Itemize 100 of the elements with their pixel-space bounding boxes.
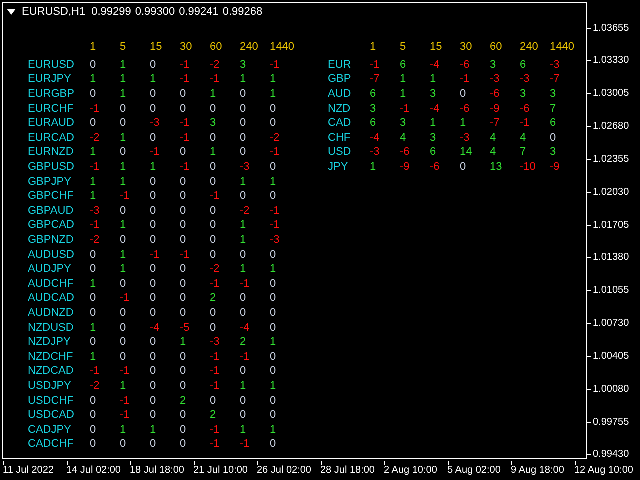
strength-value: -1: [240, 278, 251, 290]
strength-value: 1: [240, 424, 248, 436]
symbol-label: USDJPY: [28, 380, 72, 392]
strength-value: -4: [370, 132, 381, 144]
strength-value: 0: [150, 336, 158, 348]
timeframe-header: 1: [90, 41, 98, 54]
strength-value: 1: [430, 73, 438, 86]
strength-value: -3: [550, 58, 561, 71]
time-label: 11 Jul 2022: [3, 465, 55, 476]
timeframe-header: 240: [240, 41, 260, 54]
symbol-label: AUDUSD: [28, 248, 76, 261]
strength-value: -2: [90, 234, 101, 246]
strength-value: -1: [240, 350, 251, 363]
strength-value: 2: [180, 394, 188, 407]
strength-value: 0: [180, 365, 188, 378]
strength-value: -9: [400, 161, 411, 174]
time-label: 18 Jul 18:00: [130, 465, 186, 476]
strength-value: -4: [240, 322, 251, 334]
strength-value: 1: [90, 176, 98, 188]
price-label: 1.02030: [593, 186, 630, 198]
strength-value: -7: [370, 73, 381, 86]
strength-value: 1: [370, 161, 378, 174]
strength-value: 0: [180, 409, 188, 422]
symbol-label: EURAUD: [28, 117, 76, 130]
strength-value: 1: [270, 424, 278, 436]
timeframe-header: 30: [180, 41, 194, 54]
strength-value: -1: [370, 58, 381, 71]
strength-value: 1: [270, 73, 278, 86]
strength-value: -6: [490, 88, 501, 100]
strength-value: 1: [150, 161, 158, 174]
price-label: 1.02680: [593, 121, 630, 132]
strength-value: -3: [150, 117, 161, 130]
price-label: 1.03005: [593, 88, 630, 100]
price-label: 0.99430: [593, 449, 630, 460]
strength-value: 0: [90, 336, 98, 348]
strength-value: 6: [370, 88, 378, 100]
strength-value: 4: [400, 132, 408, 144]
strength-value: 1: [400, 88, 408, 100]
strength-value: -1: [520, 117, 531, 130]
symbol-label: CHF: [328, 132, 352, 144]
strength-value: 0: [120, 336, 128, 348]
strength-value: 0: [120, 306, 128, 319]
strength-value: 3: [400, 117, 408, 130]
strength-value: 0: [150, 88, 158, 100]
strength-value: 0: [120, 102, 128, 115]
strength-value: 1: [270, 263, 278, 276]
strength-value: -6: [520, 102, 531, 115]
strength-value: 4: [520, 132, 528, 144]
symbol-label: GBPCAD: [28, 219, 76, 232]
strength-value: -1: [180, 73, 191, 86]
strength-value: 0: [210, 248, 218, 261]
strength-value: 6: [400, 58, 408, 71]
time-label: 21 Jul 10:00: [194, 465, 249, 476]
symbol-label: NZDCHF: [28, 350, 74, 363]
strength-value: 14: [460, 146, 474, 158]
strength-value: -6: [430, 161, 441, 174]
strength-value: 0: [270, 394, 278, 407]
strength-value: 0: [210, 132, 218, 144]
price-quote: 0.99300: [135, 6, 176, 18]
strength-value: 1: [270, 336, 278, 348]
strength-value: 0: [240, 394, 248, 407]
strength-value: 0: [90, 394, 98, 407]
symbol-label: NZDUSD: [28, 322, 75, 334]
strength-value: -2: [210, 58, 221, 71]
strength-value: -1: [210, 424, 221, 436]
strength-value: 1: [120, 248, 128, 261]
strength-value: 0: [90, 263, 98, 276]
symbol-label: CAD: [328, 117, 352, 130]
strength-value: 0: [150, 306, 158, 319]
time-label: 12 Aug 10:00: [574, 465, 634, 476]
strength-value: 0: [120, 234, 128, 246]
strength-value: 3: [430, 132, 438, 144]
strength-value: 0: [270, 190, 278, 202]
strength-value: -6: [460, 102, 471, 115]
strength-value: -3: [460, 132, 471, 144]
strength-value: 4: [490, 146, 498, 158]
strength-value: 0: [90, 409, 98, 422]
strength-value: 0: [150, 176, 158, 188]
strength-value: 0: [240, 190, 248, 202]
time-label: 5 Aug 02:00: [448, 465, 502, 476]
strength-value: 0: [270, 306, 278, 319]
timeframe-header: 15: [150, 41, 164, 54]
strength-value: -1: [90, 102, 101, 115]
strength-value: 0: [150, 102, 158, 115]
strength-value: 0: [150, 350, 158, 363]
strength-value: -3: [490, 73, 501, 86]
strength-value: 6: [520, 58, 528, 71]
dropdown-triangle-icon[interactable]: [7, 9, 16, 15]
strength-value: 0: [270, 248, 278, 261]
strength-value: -4: [430, 102, 441, 115]
strength-value: 0: [180, 176, 188, 188]
symbol-label: GBPAUD: [28, 204, 75, 217]
strength-value: -1: [120, 394, 131, 407]
strength-value: 6: [430, 146, 438, 158]
strength-value: 1: [90, 146, 98, 158]
symbol-label: NZD: [328, 102, 352, 115]
strength-value: 1: [240, 263, 248, 276]
strength-value: 0: [270, 102, 278, 115]
strength-value: 0: [270, 438, 278, 450]
symbol-label: NZDJPY: [28, 336, 72, 348]
